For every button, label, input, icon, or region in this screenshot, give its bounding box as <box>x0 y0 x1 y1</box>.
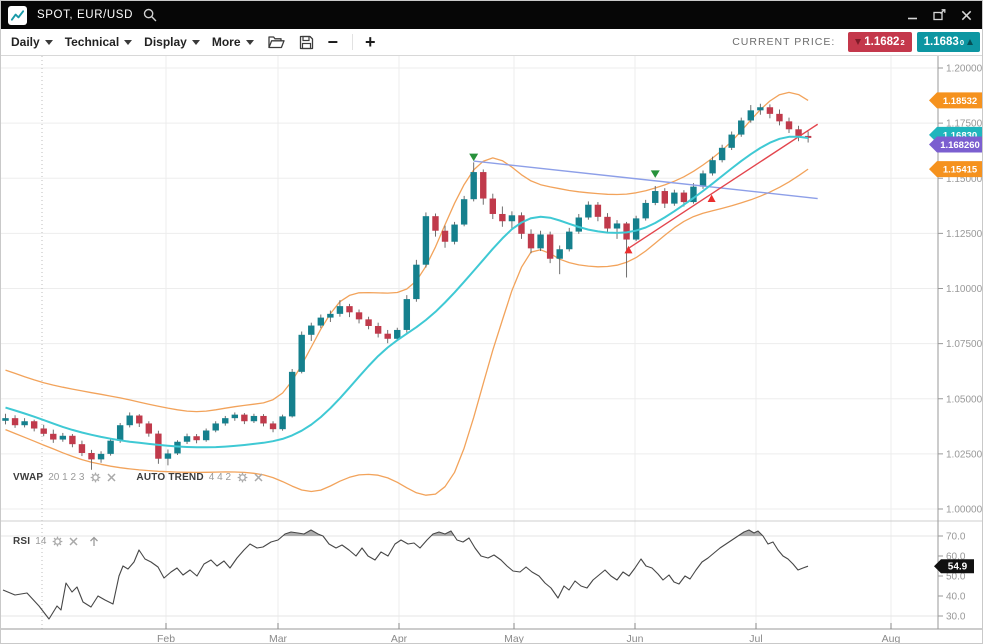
svg-text:Jun: Jun <box>627 633 644 644</box>
svg-text:1.18532: 1.18532 <box>943 96 977 107</box>
rsi-legend-name: RSI <box>13 536 30 547</box>
vwap-line <box>6 137 809 448</box>
toolbar-separator <box>352 34 353 50</box>
svg-text:40.0: 40.0 <box>946 592 966 603</box>
svg-text:1.00000: 1.00000 <box>946 505 983 516</box>
price-up-arrow-icon <box>967 39 973 45</box>
svg-text:1.07500: 1.07500 <box>946 339 983 350</box>
rsi-line <box>3 530 808 619</box>
zoom-out-button[interactable]: − <box>328 33 339 51</box>
toolbar: Daily Technical Display More − + CURRENT… <box>1 29 982 56</box>
svg-text:1.05000: 1.05000 <box>946 394 983 405</box>
chevron-down-icon <box>45 40 53 45</box>
axes <box>1 56 983 629</box>
rsi-pane <box>3 530 808 619</box>
rsi-legend: RSI 14 <box>13 535 100 547</box>
rsi-legend-params: 14 <box>35 536 46 547</box>
svg-text:70.0: 70.0 <box>946 532 966 543</box>
auto-trend-settings-gear-icon[interactable] <box>237 472 248 483</box>
chart-area: 1.200001.175001.150001.125001.100001.075… <box>1 56 983 644</box>
candles-layer <box>2 104 811 470</box>
vwap-legend-params: 20 1 2 3 <box>48 472 84 483</box>
auto-trend-remove-x-icon[interactable] <box>254 473 263 482</box>
titlebar: SPOT, EUR/USD <box>1 1 982 29</box>
chevron-down-icon <box>246 40 254 45</box>
svg-text:54.9: 54.9 <box>948 562 968 573</box>
bid-price-badge: 1.16822 <box>848 32 911 52</box>
zoom-in-button[interactable]: + <box>365 33 376 51</box>
bollinger-bands <box>6 92 809 495</box>
svg-text:Aug: Aug <box>882 633 901 644</box>
svg-text:1.12500: 1.12500 <box>946 229 983 240</box>
svg-text:Mar: Mar <box>269 633 288 644</box>
price-tags: 1.185321.168301.1682601.1541554.9 <box>929 92 983 573</box>
menu-daily[interactable]: Daily <box>11 35 53 49</box>
svg-text:1.20000: 1.20000 <box>946 64 983 75</box>
svg-text:1.10000: 1.10000 <box>946 284 983 295</box>
svg-text:30.0: 30.0 <box>946 612 966 623</box>
rsi-settings-gear-icon[interactable] <box>52 536 63 547</box>
svg-text:Jul: Jul <box>749 633 762 644</box>
svg-text:1.168260: 1.168260 <box>940 140 980 151</box>
svg-text:1.02500: 1.02500 <box>946 449 983 460</box>
window-controls <box>907 9 972 21</box>
menu-display[interactable]: Display <box>144 35 200 49</box>
menu-more[interactable]: More <box>212 35 254 49</box>
rsi-move-up-arrow-icon[interactable] <box>88 535 100 547</box>
vwap-settings-gear-icon[interactable] <box>90 472 101 483</box>
current-price-label: CURRENT PRICE: <box>732 36 835 48</box>
ask-price-badge: 1.16830 <box>917 32 980 52</box>
chart-canvas[interactable]: 1.200001.175001.150001.125001.100001.075… <box>1 56 983 644</box>
vwap-legend-name: VWAP <box>13 472 43 483</box>
current-price-block: CURRENT PRICE: 1.16822 1.16830 <box>732 32 980 52</box>
auto-trend-lines <box>474 124 818 247</box>
auto-trend-legend-name: AUTO TREND <box>136 472 203 483</box>
svg-text:1.15415: 1.15415 <box>943 165 978 176</box>
svg-text:Feb: Feb <box>157 633 175 644</box>
minimize-icon[interactable] <box>907 10 918 21</box>
open-folder-icon[interactable] <box>268 35 285 49</box>
auto-trend-legend-params: 4 4 2 <box>209 472 231 483</box>
gridlines <box>1 56 938 629</box>
indicator-legend-row: VWAP 20 1 2 3 AUTO TREND 4 4 2 <box>13 472 283 483</box>
chevron-down-icon <box>124 40 132 45</box>
popout-icon[interactable] <box>933 9 946 21</box>
save-icon[interactable] <box>299 35 314 50</box>
close-icon[interactable] <box>961 10 972 21</box>
menu-technical[interactable]: Technical <box>65 35 132 49</box>
price-down-arrow-icon <box>855 39 861 45</box>
chevron-down-icon <box>192 40 200 45</box>
svg-text:Apr: Apr <box>391 633 408 644</box>
rsi-remove-x-icon[interactable] <box>69 537 78 546</box>
vwap-remove-x-icon[interactable] <box>107 473 116 482</box>
symbol-title: SPOT, EUR/USD <box>37 9 133 21</box>
app-logo-icon <box>8 6 27 25</box>
axis-labels: 1.200001.175001.150001.125001.100001.075… <box>31 64 983 644</box>
svg-text:May: May <box>504 633 525 644</box>
signal-markers <box>469 154 715 254</box>
vwap-legend: VWAP 20 1 2 3 <box>13 472 116 483</box>
auto-trend-legend: AUTO TREND 4 4 2 <box>136 472 263 483</box>
trading-app-window: SPOT, EUR/USD Daily Technical Display Mo… <box>0 0 983 644</box>
search-icon[interactable] <box>143 8 157 22</box>
